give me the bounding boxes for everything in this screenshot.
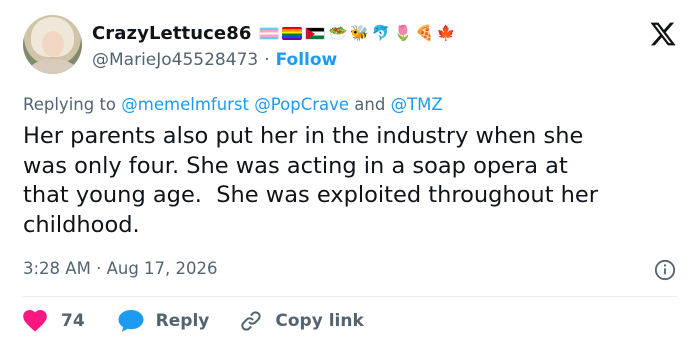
mention-link[interactable]: @PopCrave — [254, 95, 349, 114]
reply-button[interactable]: Reply — [118, 310, 210, 332]
speech-bubble-icon — [118, 310, 144, 332]
like-count: 74 — [61, 311, 85, 331]
tweet-text: Her parents also put her in the industry… — [23, 123, 599, 238]
x-logo-icon[interactable] — [648, 20, 678, 48]
link-icon — [241, 311, 262, 331]
tweet-timestamp[interactable]: 3:28 AM · Aug 17, 2026 — [23, 259, 218, 278]
follow-button[interactable]: Follow — [276, 50, 338, 70]
maple-leaf-emoji-icon: 🍁 — [436, 24, 456, 42]
divider — [23, 296, 677, 297]
like-button[interactable]: 74 — [23, 310, 85, 332]
replying-to-and: and — [349, 95, 391, 114]
copy-link-button[interactable]: Copy link — [239, 309, 364, 333]
action-bar: 74 Reply Copy link — [23, 306, 364, 336]
info-icon[interactable] — [654, 259, 676, 281]
author-handle-row: @MarieJo45528473 · Follow — [92, 48, 337, 72]
avatar[interactable] — [23, 15, 82, 74]
heart-icon — [23, 310, 47, 332]
tweet-card: CrazyLettuce86 🥗 🐝 🐬 🌷 🍕 🍁 @MarieJo45528… — [0, 0, 700, 348]
separator-dot: · — [96, 259, 102, 278]
copy-link-label: Copy link — [275, 311, 364, 331]
bee-emoji-icon: 🐝 — [350, 24, 369, 42]
tweet-date: Aug 17, 2026 — [106, 259, 218, 278]
palestine-flag-icon — [305, 26, 326, 40]
separator-dot: · — [264, 50, 270, 70]
mention-link[interactable]: @memelmfurst — [121, 95, 249, 114]
rainbow-flag-icon — [282, 26, 303, 40]
author-handle[interactable]: @MarieJo45528473 — [92, 50, 258, 70]
mention-link[interactable]: @TMZ — [391, 95, 443, 114]
dolphin-emoji-icon: 🐬 — [371, 24, 391, 42]
tulip-emoji-icon: 🌷 — [393, 24, 413, 42]
replying-to-prefix: Replying to — [23, 95, 122, 114]
replying-to-line: Replying to @memelmfurst @PopCrave and @… — [23, 95, 443, 114]
tweet-time: 3:28 AM — [23, 259, 91, 278]
reply-label: Reply — [155, 311, 210, 331]
transgender-flag-icon — [259, 26, 280, 40]
author-display-name[interactable]: CrazyLettuce86 — [92, 23, 251, 44]
author-name-row: CrazyLettuce86 🥗 🐝 🐬 🌷 🍕 🍁 — [92, 20, 456, 46]
author-name-emojis: 🥗 🐝 🐬 🌷 🍕 🍁 — [259, 24, 456, 42]
pizza-emoji-icon: 🍕 — [415, 24, 434, 42]
salad-emoji-icon: 🥗 — [328, 24, 348, 42]
